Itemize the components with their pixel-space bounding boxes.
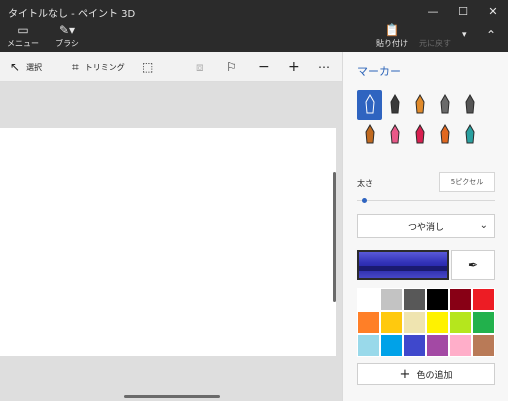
fill-bucket-tool[interactable]	[457, 120, 482, 150]
add-color-button[interactable]: + 色の追加	[357, 363, 495, 385]
trim-button[interactable]: ⌗ トリミング	[72, 52, 125, 82]
plus-icon: +	[288, 59, 300, 75]
collapse-ribbon-icon[interactable]: ⌃	[486, 28, 496, 42]
color-swatch-13[interactable]	[357, 334, 380, 357]
tool-spacer	[482, 90, 507, 120]
horizontal-scrollbar[interactable]	[124, 395, 220, 398]
calligraphy-pen-icon	[364, 94, 375, 114]
magic-select-button[interactable]: ⬚	[142, 52, 153, 82]
drawing-canvas[interactable]	[0, 128, 336, 356]
marker-tool[interactable]	[457, 90, 482, 120]
color-swatch-4[interactable]	[426, 288, 449, 311]
size-value-field[interactable]: 5ピクセル	[439, 172, 495, 192]
select-label: 選択	[26, 62, 43, 72]
title-bar: タイトルなし - ペイント 3D — ☐ ✕	[0, 0, 508, 22]
undo-button[interactable]: 元に戻す	[415, 23, 455, 49]
spray-can-tool[interactable]	[432, 120, 457, 150]
view-3d-button[interactable]: ⧈	[196, 52, 204, 82]
workspace	[0, 82, 342, 401]
select-button[interactable]: ↖ 選択	[10, 52, 42, 82]
watercolor-brush-tool[interactable]	[407, 90, 432, 120]
ellipsis-icon: ⋯	[318, 60, 330, 74]
3d-view-icon: ⧈	[196, 59, 204, 74]
minimize-button[interactable]: —	[418, 0, 448, 22]
more-options-button[interactable]: ⋯	[318, 52, 330, 82]
crop-icon: ⌗	[72, 59, 79, 74]
eraser-icon	[389, 124, 400, 144]
color-swatch-18[interactable]	[472, 334, 495, 357]
color-swatch-1[interactable]	[357, 288, 380, 311]
zoom-out-button[interactable]: −	[258, 52, 270, 82]
color-swatch-16[interactable]	[426, 334, 449, 357]
flag-icon: ⚐	[226, 60, 237, 74]
oil-brush-icon	[389, 94, 400, 114]
folder-icon: ▭	[17, 23, 29, 37]
chevron-down-icon: ⌄	[479, 220, 488, 231]
eyedropper-button[interactable]: ✒	[451, 250, 495, 280]
pixel-pen-tool[interactable]	[432, 90, 457, 120]
close-button[interactable]: ✕	[478, 0, 508, 22]
menu-label: メニュー	[7, 39, 39, 48]
pixel-pen-icon	[439, 94, 450, 114]
color-swatch-15[interactable]	[403, 334, 426, 357]
color-palette	[357, 288, 495, 357]
size-slider-handle[interactable]	[362, 198, 367, 203]
vertical-scrollbar[interactable]	[333, 172, 336, 302]
brush-label: ブラシ	[55, 39, 79, 48]
brush-button[interactable]: ✎▾ ブラシ	[52, 23, 82, 49]
menu-button[interactable]: ▭ メニュー	[7, 23, 39, 49]
maximize-button[interactable]: ☐	[448, 0, 478, 22]
color-swatch-14[interactable]	[380, 334, 403, 357]
eraser-tool[interactable]	[382, 120, 407, 150]
finish-value: つや消し	[407, 222, 444, 233]
size-slider-track[interactable]	[357, 200, 495, 201]
pencil-tool[interactable]	[357, 120, 382, 150]
color-swatch-11[interactable]	[449, 311, 472, 334]
crayon-icon	[414, 124, 425, 144]
color-swatch-12[interactable]	[472, 311, 495, 334]
oil-brush-tool[interactable]	[382, 90, 407, 120]
paint-3d-window: タイトルなし - ペイント 3D — ☐ ✕ ▭ メニュー ✎▾ ブラシ 📋 貼…	[0, 0, 508, 401]
color-swatch-7[interactable]	[357, 311, 380, 334]
fill-bucket-icon	[464, 124, 475, 144]
sticker-button[interactable]: ⚐	[226, 52, 237, 82]
brush-tool-grid	[357, 90, 507, 150]
color-swatch-3[interactable]	[403, 288, 426, 311]
paste-label: 貼り付け	[376, 39, 408, 48]
color-swatch-17[interactable]	[449, 334, 472, 357]
trim-label: トリミング	[84, 62, 125, 72]
more-dropdown-icon[interactable]: ▾	[462, 30, 467, 40]
magic-select-icon: ⬚	[142, 60, 154, 74]
pencil-icon	[364, 124, 375, 144]
crayon-tool[interactable]	[407, 120, 432, 150]
minus-icon: −	[258, 59, 270, 75]
cursor-icon: ↖	[10, 60, 21, 74]
color-swatch-8[interactable]	[380, 311, 403, 334]
canvas-toolbar: ↖ 選択 ⌗ トリミング ⬚ ⧈ ⚐ − + ⋯	[0, 52, 342, 82]
current-color-swatch[interactable]	[357, 250, 449, 280]
color-swatch-2[interactable]	[380, 288, 403, 311]
finish-dropdown[interactable]: つや消し ⌄	[357, 214, 495, 238]
ribbon: ▭ メニュー ✎▾ ブラシ 📋 貼り付け 元に戻す ▾ ⌃	[0, 22, 508, 52]
add-color-label: 色の追加	[416, 370, 453, 381]
plus-icon: +	[399, 366, 411, 382]
calligraphy-pen-tool[interactable]	[357, 90, 382, 120]
undo-label: 元に戻す	[419, 39, 451, 48]
zoom-in-button[interactable]: +	[288, 52, 300, 82]
brush-icon: ✎▾	[58, 23, 76, 37]
clipboard-icon: 📋	[384, 23, 400, 37]
paste-button[interactable]: 📋 貼り付け	[376, 23, 408, 49]
spray-can-icon	[439, 124, 450, 144]
brush-panel: マーカー 太さ 5ピクセル つや消し ⌄ ✒ + 色の追加	[342, 52, 508, 401]
watercolor-brush-icon	[414, 94, 425, 114]
panel-title: マーカー	[357, 65, 401, 78]
size-label: 太さ	[357, 179, 373, 188]
eyedropper-icon: ✒	[467, 258, 479, 272]
marker-icon	[464, 94, 475, 114]
color-swatch-6[interactable]	[472, 288, 495, 311]
color-swatch-9[interactable]	[403, 311, 426, 334]
color-swatch-10[interactable]	[426, 311, 449, 334]
window-title: タイトルなし - ペイント 3D	[8, 9, 136, 20]
color-swatch-5[interactable]	[449, 288, 472, 311]
